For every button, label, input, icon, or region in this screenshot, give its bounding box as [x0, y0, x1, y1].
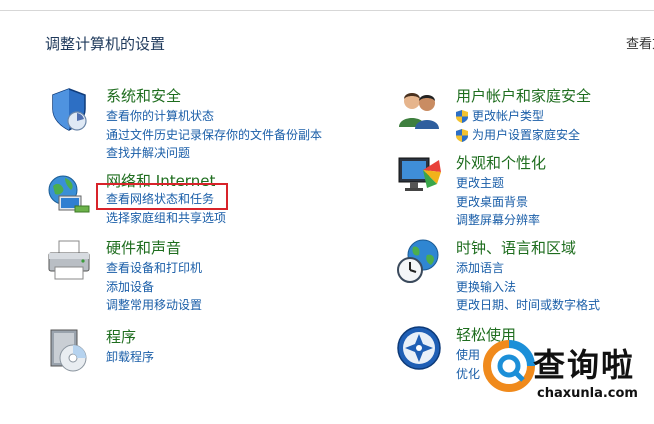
- users-icon: [399, 93, 439, 129]
- top-divider: [0, 10, 654, 11]
- category-heading[interactable]: 硬件和声音: [106, 237, 181, 258]
- view-by-label[interactable]: 查看方: [626, 33, 654, 52]
- link-homegroup-sharing[interactable]: 选择家庭组和共享选项: [106, 209, 226, 228]
- link-change-theme[interactable]: 更改主题: [456, 174, 540, 193]
- link-label: 为用户设置家庭安全: [472, 127, 581, 142]
- shield-icon: [52, 88, 87, 131]
- chaxunla-logo-icon: [483, 340, 535, 392]
- category-heading[interactable]: 程序: [106, 326, 136, 347]
- link-devices-printers[interactable]: 查看设备和打印机: [106, 259, 202, 278]
- watermark-subtitle: chaxunla.com: [537, 386, 638, 401]
- link-add-device[interactable]: 添加设备: [106, 278, 202, 297]
- watermark-title: 查询啦: [533, 346, 636, 384]
- link-ease-optimize[interactable]: 优化: [456, 365, 480, 384]
- link-change-input-method[interactable]: 更换输入法: [456, 278, 600, 297]
- uac-shield-icon: [456, 110, 468, 123]
- link-change-account-type[interactable]: 更改帐户类型: [456, 107, 580, 126]
- link-date-time-format[interactable]: 更改日期、时间或数字格式: [456, 296, 600, 315]
- network-globe-icon: [48, 175, 90, 213]
- link-view-computer-status[interactable]: 查看你的计算机状态: [106, 107, 322, 126]
- category-heading[interactable]: 系统和安全: [106, 85, 181, 106]
- programs-disc-icon: [50, 329, 87, 372]
- monitor-palette-icon: [398, 157, 441, 191]
- link-mobility-settings[interactable]: 调整常用移动设置: [106, 296, 202, 315]
- uac-shield-icon: [456, 128, 468, 142]
- link-add-language[interactable]: 添加语言: [456, 259, 600, 278]
- highlight-box: [96, 183, 228, 210]
- category-heading[interactable]: 外观和个性化: [456, 152, 546, 173]
- link-file-history-backup[interactable]: 通过文件历史记录保存你的文件备份副本: [106, 126, 322, 145]
- category-heading[interactable]: 用户帐户和家庭安全: [456, 85, 591, 106]
- ease-of-access-icon: [397, 326, 441, 370]
- link-ease-use[interactable]: 使用: [456, 346, 480, 365]
- clock-globe-icon: [397, 239, 439, 283]
- page-title: 调整计算机的设置: [45, 35, 166, 53]
- link-troubleshoot[interactable]: 查找并解决问题: [106, 144, 322, 163]
- link-screen-resolution[interactable]: 调整屏幕分辨率: [456, 211, 540, 230]
- link-family-safety[interactable]: 为用户设置家庭安全: [456, 126, 580, 145]
- link-label: 更改帐户类型: [472, 109, 545, 123]
- category-heading[interactable]: 时钟、语言和区域: [456, 237, 576, 258]
- link-uninstall-program[interactable]: 卸载程序: [106, 348, 154, 367]
- link-desktop-background[interactable]: 更改桌面背景: [456, 193, 540, 212]
- printer-icon: [48, 240, 90, 280]
